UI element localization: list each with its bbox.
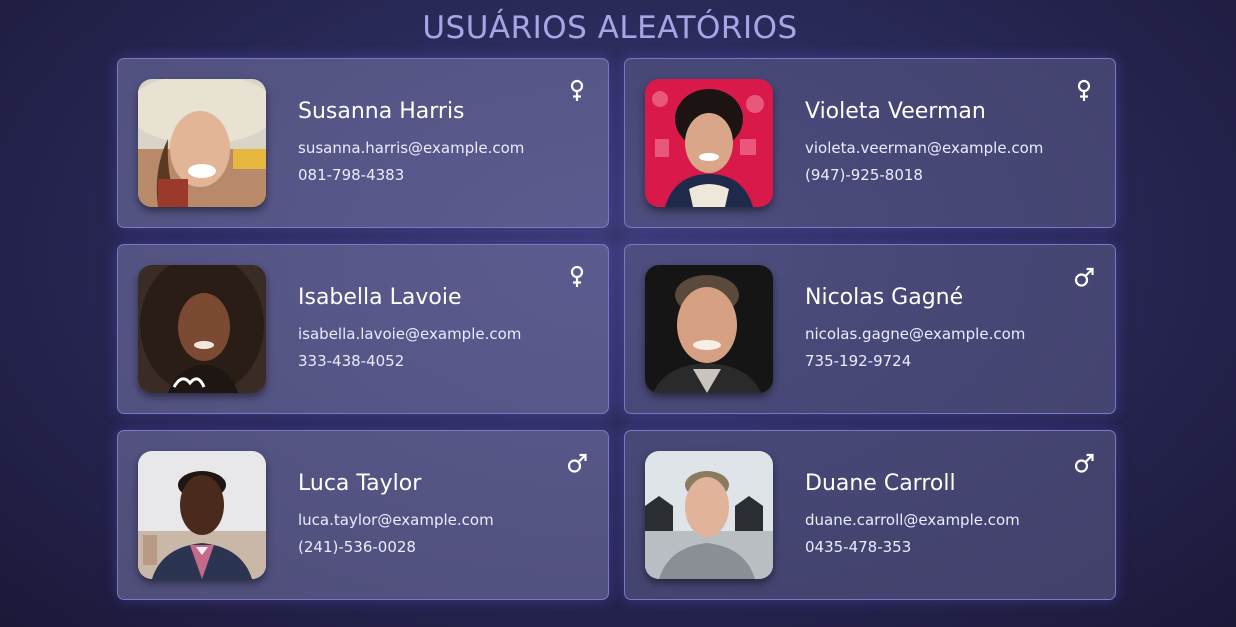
user-avatar [138,451,266,579]
user-avatar [645,265,773,393]
user-phone: 081-798-4383 [298,166,405,184]
user-card: Nicolas Gagné nicolas.gagne@example.com … [624,244,1116,414]
male-icon [566,451,588,475]
male-icon [1073,451,1095,475]
user-phone: 735-192-9724 [805,352,912,370]
user-card: Violeta Veerman violeta.veerman@example.… [624,58,1116,228]
user-avatar [645,79,773,207]
user-name: Violeta Veerman [805,99,986,124]
user-email: nicolas.gagne@example.com [805,325,1026,343]
user-email: duane.carroll@example.com [805,511,1020,529]
user-phone: 333-438-4052 [298,352,405,370]
user-avatar [138,265,266,393]
user-email: isabella.lavoie@example.com [298,325,522,343]
user-card: Duane Carroll duane.carroll@example.com … [624,430,1116,600]
user-name: Duane Carroll [805,471,956,496]
user-name: Susanna Harris [298,99,465,124]
male-icon [1073,265,1095,289]
user-email: susanna.harris@example.com [298,139,525,157]
user-name: Luca Taylor [298,471,422,496]
female-icon [566,79,588,103]
user-avatar [138,79,266,207]
user-email: violeta.veerman@example.com [805,139,1044,157]
user-grid: Susanna Harris susanna.harris@example.co… [117,58,1116,600]
user-phone: 0435-478-353 [805,538,912,556]
user-email: luca.taylor@example.com [298,511,494,529]
user-phone: (241)-536-0028 [298,538,416,556]
user-phone: (947)-925-8018 [805,166,923,184]
user-card: Susanna Harris susanna.harris@example.co… [117,58,609,228]
female-icon [566,265,588,289]
female-icon [1073,79,1095,103]
user-card: Isabella Lavoie isabella.lavoie@example.… [117,244,609,414]
user-name: Nicolas Gagné [805,285,964,310]
user-avatar [645,451,773,579]
user-name: Isabella Lavoie [298,285,462,310]
user-card: Luca Taylor luca.taylor@example.com (241… [117,430,609,600]
page-title: USUÁRIOS ALEATÓRIOS [422,10,798,46]
